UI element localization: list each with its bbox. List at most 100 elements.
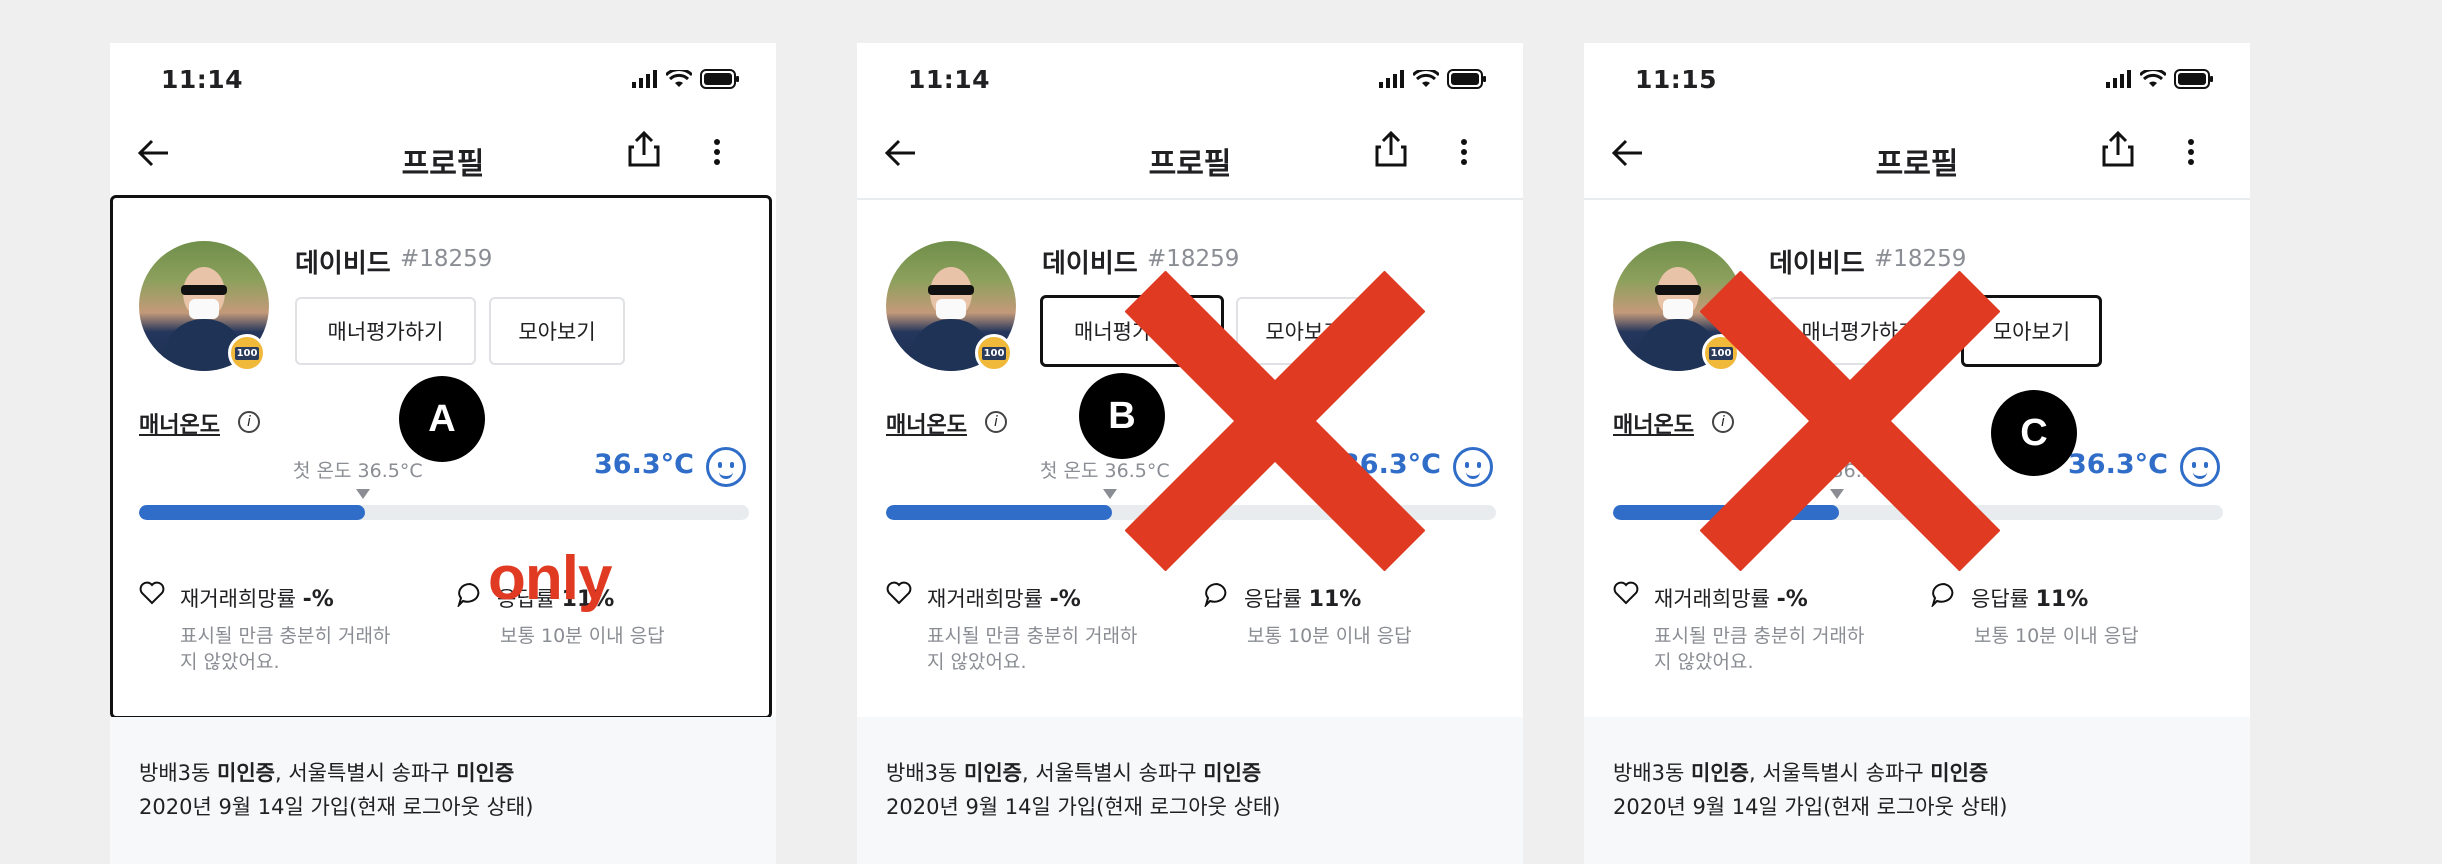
rehire-rate-label: 재거래희망률 [927,587,1043,611]
first-temp-pointer-icon [356,489,370,499]
wifi-icon [1413,70,1439,87]
rehire-rate-desc: 표시될 만큼 충분히 거래하지 않았어요. [927,623,1137,675]
rehire-rate: 재거래희망률 -% [1654,583,1808,613]
status-time: 11:15 [1635,65,1718,94]
response-rate-desc: 보통 10분 이내 응답 [500,625,665,647]
location-a: 방배3동 [139,761,211,785]
page-title: 프로필 [1875,147,1959,182]
temperature-badge-icon: 100 [975,334,1013,372]
app-bar: 프로필 [110,121,776,201]
profile-footer: 방배3동 미인증, 서울특별시 송파구 미인증 2020년 9월 14일 가입(… [1584,717,2250,864]
joined-date: 2020년 9월 14일 가입(현재 로그아웃 상태) [886,795,1281,819]
manner-temp-value: 36.3°C [594,449,694,480]
page-title: 프로필 [1148,147,1232,182]
share-icon[interactable] [2100,129,2136,169]
app-bar: 프로필 [857,121,1523,201]
manner-temp-label[interactable]: 매너온도 [1613,407,1694,439]
manner-temp-label[interactable]: 매너온도 [139,407,220,439]
heart-icon [886,581,912,605]
location-a-status: 미인증 [217,761,275,785]
smile-face-icon [706,447,746,487]
rehire-desc-line1: 표시될 만큼 충분히 거래하 [927,625,1138,647]
wifi-icon [2140,70,2166,87]
rehire-rate-desc: 표시될 만큼 충분히 거래하지 않았어요. [1654,623,1864,675]
user-name: 데이비드 [1042,249,1138,279]
status-icons [632,69,740,89]
location-b-status: 미인증 [456,761,515,785]
speech-bubble-icon [457,582,480,607]
rehire-desc-line2: 지 않았어요. [1654,651,1754,673]
red-cross-icon [1700,271,2000,571]
response-rate-value: 11% [1308,587,1362,612]
location-b-status: 미인증 [1203,761,1262,785]
profile-screen-a: 11:14 프로필 100 데이비드 #18259 매너평가하기 모아보기 매너… [110,43,776,864]
share-icon[interactable] [626,129,662,169]
rehire-desc-line1: 표시될 만큼 충분히 거래하 [1654,625,1865,647]
rehire-rate-value: -% [1049,587,1081,612]
response-rate-desc: 보통 10분 이내 응답 [1974,625,2139,647]
location-b: 서울특별시 송파구 [288,761,450,785]
profile-footer: 방배3동 미인증, 서울특별시 송파구 미인증 2020년 9월 14일 가입(… [110,717,776,864]
status-time: 11:14 [161,65,244,94]
profile-screen-c: 11:15 프로필 100 데이비드 #18259 매너평가하기 모아보기 매너… [1584,43,2250,864]
status-icons [2106,69,2214,89]
more-vertical-icon[interactable] [712,139,722,165]
marker-c: C [1991,390,2077,476]
header-divider [1584,198,2250,200]
red-cross-icon [1125,271,1425,571]
rehire-rate-label: 재거래희망률 [180,587,296,611]
battery-icon [1447,69,1486,89]
manner-temp-fill [139,505,365,520]
smile-face-icon [2180,447,2220,487]
rehire-rate: 재거래희망률 -% [927,583,1081,613]
info-icon[interactable]: i [238,411,260,433]
response-rate-value: 11% [2035,587,2089,612]
location-b: 서울특별시 송파구 [1035,761,1197,785]
heart-icon [139,581,165,605]
location-b: 서울특별시 송파구 [1762,761,1924,785]
response-rate-label: 응답률 [1244,587,1302,611]
more-vertical-icon[interactable] [1459,139,1469,165]
location-a-status: 미인증 [964,761,1022,785]
profile-footer: 방배3동 미인증, 서울특별시 송파구 미인증 2020년 9월 14일 가입(… [857,717,1523,864]
rehire-rate-label: 재거래희망률 [1654,587,1770,611]
joined-date: 2020년 9월 14일 가입(현재 로그아웃 상태) [139,795,534,819]
joined-date: 2020년 9월 14일 가입(현재 로그아웃 상태) [1613,795,2008,819]
view-all-button[interactable]: 모아보기 [489,297,625,365]
signal-icon [1379,70,1404,88]
share-icon[interactable] [1373,129,1409,169]
location-b-status: 미인증 [1930,761,1989,785]
rehire-rate-value: -% [1776,587,1808,612]
signal-icon [632,70,657,88]
first-temp-pointer-icon [1103,489,1117,499]
rehire-desc-line1: 표시될 만큼 충분히 거래하 [180,625,391,647]
more-vertical-icon[interactable] [2186,139,2196,165]
first-temp: 첫 온도 36.5°C [293,460,423,482]
battery-icon [700,69,739,89]
location-line: 방배3동 미인증, 서울특별시 송파구 미인증 [1613,761,1989,785]
rehire-rate: 재거래희망률 -% [180,583,334,613]
manner-temp-bar [139,505,749,520]
info-icon[interactable]: i [985,411,1007,433]
location-line: 방배3동 미인증, 서울특별시 송파구 미인증 [139,761,515,785]
page-title: 프로필 [401,147,485,182]
response-rate-desc: 보통 10분 이내 응답 [1247,625,1412,647]
manner-temp-fill [886,505,1112,520]
response-rate-label: 응답률 [1971,587,2029,611]
location-a-status: 미인증 [1691,761,1749,785]
header-divider [857,198,1523,200]
rehire-desc-line2: 지 않았어요. [927,651,1027,673]
manner-temp-label[interactable]: 매너온도 [886,407,967,439]
rehire-rate-desc: 표시될 만큼 충분히 거래하 지 않았어요. [180,623,390,675]
only-annotation: only [488,544,612,613]
profile-screen-b: 11:14 프로필 100 데이비드 #18259 매너평가하기 모아보기 매너… [857,43,1523,864]
speech-bubble-icon [1931,582,1954,607]
temperature-badge-icon: 100 [228,334,266,372]
response-rate: 응답률 11% [1971,583,2088,613]
speech-bubble-icon [1204,582,1227,607]
manner-rating-button[interactable]: 매너평가하기 [295,297,476,365]
rehire-rate-value: -% [302,587,334,612]
heart-icon [1613,581,1639,605]
wifi-icon [666,70,692,87]
app-bar: 프로필 [1584,121,2250,201]
